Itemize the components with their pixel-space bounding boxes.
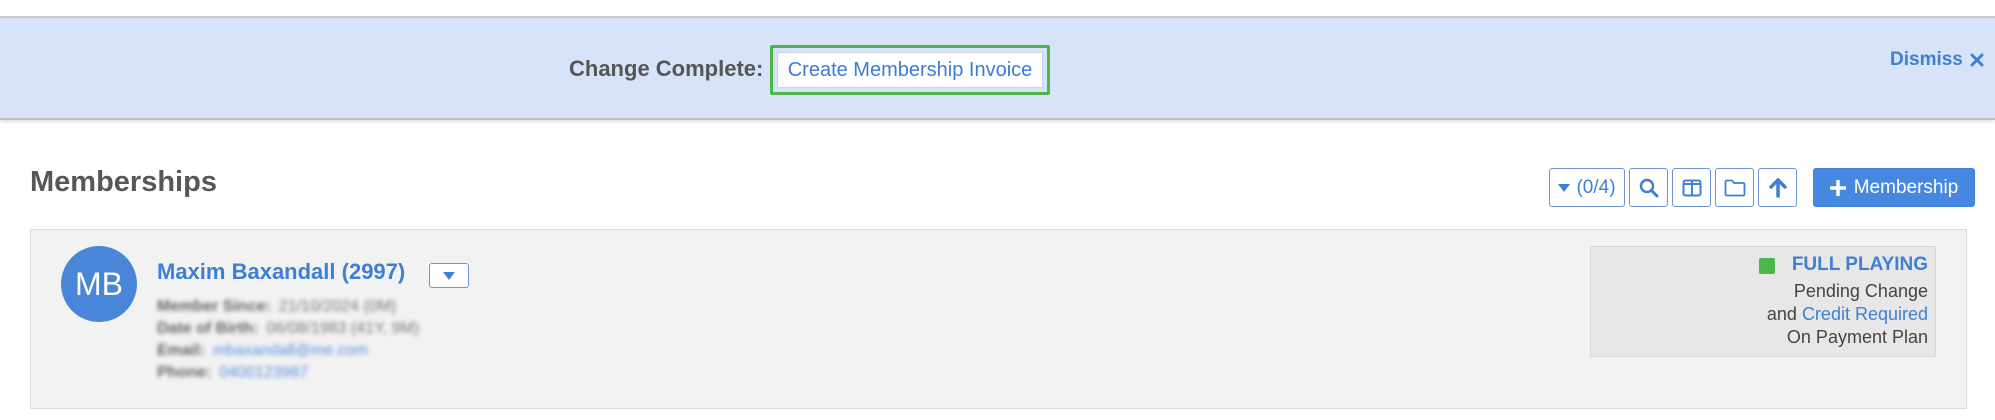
create-membership-invoice-button[interactable]: Create Membership Invoice	[777, 52, 1043, 88]
status-badge: FULL PLAYING	[1791, 254, 1928, 275]
notice-bar: Change Complete: Create Membership Invoi…	[0, 18, 1995, 120]
status-details: Pending Change and Credit Required On Pa…	[1767, 280, 1928, 349]
detail-member-since: Member Since: 21/10/2024 (0M)	[157, 296, 419, 318]
arrow-up-icon	[1768, 177, 1787, 198]
dismiss-button[interactable]: Dismiss	[1890, 49, 1985, 71]
columns-button[interactable]	[1672, 168, 1711, 207]
detail-date-of-birth: Date of Birth: 06/08/1983 (41Y, 9M)	[157, 318, 419, 340]
status-indicator	[1759, 258, 1775, 274]
detail-value: 21/10/2024 (0M)	[278, 298, 397, 315]
credit-required-link[interactable]: Credit Required	[1802, 304, 1928, 324]
membership-card: MB Maxim Baxandall (2997) Member Since: 2…	[30, 229, 1967, 409]
detail-phone: Phone: 0400123987	[157, 362, 419, 384]
memberships-toolbar: (0/4) Membership	[1549, 168, 1975, 207]
detail-email: Email: mbaxandall@me.com	[157, 340, 419, 362]
filter-button[interactable]: (0/4)	[1549, 168, 1625, 207]
phone-link[interactable]: 0400123987	[219, 364, 308, 381]
dismiss-label: Dismiss	[1890, 49, 1963, 70]
email-link[interactable]: mbaxandall@me.com	[213, 342, 368, 359]
upload-button[interactable]	[1758, 168, 1797, 207]
member-actions-dropdown[interactable]	[429, 263, 469, 288]
member-name-link[interactable]: Maxim Baxandall (2997)	[157, 259, 405, 285]
detail-key: Phone:	[157, 364, 212, 381]
page-title: Memberships	[30, 166, 217, 198]
folder-icon	[1724, 179, 1745, 196]
folder-button[interactable]	[1715, 168, 1754, 207]
add-membership-button[interactable]: Membership	[1813, 168, 1975, 207]
caret-down-icon	[443, 271, 455, 280]
member-details: Member Since: 21/10/2024 (0M) Date of Bir…	[157, 296, 419, 384]
membership-status: FULL PLAYING Pending Change and Credit R…	[1590, 246, 1936, 357]
notice-action-highlight: Create Membership Invoice	[770, 45, 1050, 95]
status-line-payment-plan: On Payment Plan	[1786, 327, 1928, 347]
status-line-pending: Pending Change	[1793, 281, 1928, 301]
detail-value: 06/08/1983 (41Y, 9M)	[266, 320, 420, 337]
top-strip	[0, 0, 1995, 18]
status-line-credit: and Credit Required	[1767, 303, 1928, 326]
notice-label: Change Complete:	[569, 56, 764, 81]
search-button[interactable]	[1629, 168, 1668, 207]
caret-down-icon	[1558, 183, 1571, 192]
filter-count: (0/4)	[1576, 176, 1616, 198]
columns-icon	[1682, 179, 1701, 196]
search-icon	[1639, 178, 1658, 197]
detail-key: Email:	[157, 342, 206, 359]
status-line-prefix: and	[1766, 304, 1797, 324]
detail-key: Member Since:	[157, 298, 271, 315]
detail-key: Date of Birth:	[157, 320, 259, 337]
close-icon	[1970, 53, 1984, 67]
plus-icon	[1829, 179, 1846, 196]
add-membership-label: Membership	[1853, 176, 1959, 198]
avatar: MB	[61, 246, 137, 322]
